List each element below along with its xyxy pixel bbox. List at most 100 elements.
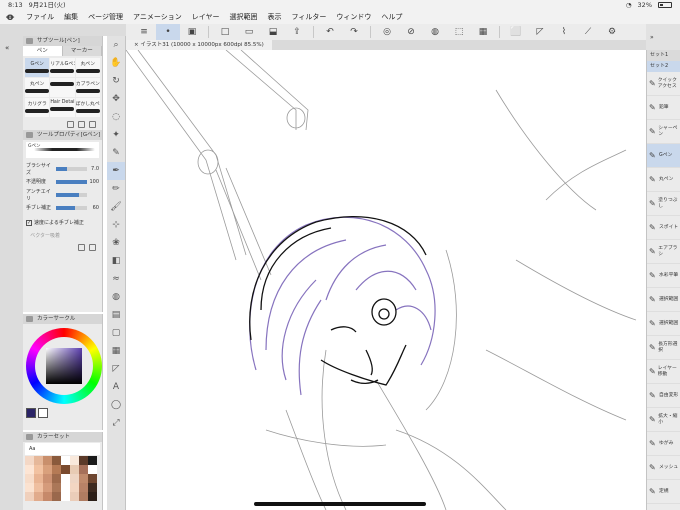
figure-icon[interactable]: ▢ — [107, 324, 125, 342]
brush-icon[interactable]: 🖌 — [107, 198, 125, 216]
menu-item[interactable]: 選択範囲 — [230, 12, 258, 22]
brush-item[interactable] — [50, 78, 75, 97]
magic-wand-icon[interactable]: ✦ — [107, 126, 125, 144]
quick-access-item[interactable]: ✎ 選択範囲 — [647, 288, 680, 312]
color-set-swatch[interactable] — [88, 474, 97, 483]
lasso-icon[interactable]: ◌ — [107, 108, 125, 126]
rotate-icon[interactable]: ↻ — [107, 72, 125, 90]
open-file-icon[interactable]: ▭ — [237, 24, 261, 40]
color-set-swatch[interactable] — [34, 474, 43, 483]
tab-pen[interactable]: ペン — [23, 46, 63, 56]
main-color-swatch[interactable] — [26, 408, 36, 418]
color-set-swatch[interactable] — [61, 492, 70, 501]
color-set-swatch[interactable] — [79, 483, 88, 492]
color-set-swatch[interactable] — [79, 456, 88, 465]
color-set-swatch[interactable] — [52, 474, 61, 483]
color-set-swatch[interactable] — [43, 465, 52, 474]
quick-access-item[interactable]: ✎ 自由変形 — [647, 384, 680, 408]
brush-item[interactable]: Hair Detail — [50, 98, 75, 117]
quick-access-item[interactable]: ✎ 定規 — [647, 480, 680, 504]
new-file-icon[interactable]: □ — [213, 24, 237, 40]
brush-item[interactable]: ぼかし丸ペン — [75, 98, 100, 117]
move-layer-icon[interactable]: ✥ — [107, 90, 125, 108]
color-set-swatch[interactable] — [43, 474, 52, 483]
quick-access-item[interactable]: ✎ ゆがみ — [647, 432, 680, 456]
fill-icon[interactable]: ◍ — [423, 24, 447, 40]
hand-icon[interactable]: ✋ — [107, 54, 125, 72]
color-set-swatch[interactable] — [25, 492, 34, 501]
color-set-swatch[interactable] — [43, 483, 52, 492]
selection-icon[interactable]: ⬜ — [504, 24, 528, 40]
quick-access-item[interactable]: ✎ 長方形選択 — [647, 336, 680, 360]
quick-access-item[interactable]: ✎ スポイト — [647, 216, 680, 240]
property-slider[interactable] — [56, 179, 87, 184]
menu-item[interactable]: フィルター — [292, 12, 327, 22]
color-set-swatch[interactable] — [88, 456, 97, 465]
menu-item[interactable]: 編集 — [64, 12, 78, 22]
property-slider[interactable] — [56, 166, 87, 171]
color-set-swatch[interactable] — [61, 483, 70, 492]
checkbox-checked-icon[interactable]: ✓ — [26, 219, 32, 226]
quick-access-item[interactable]: ✎ シャーペン — [647, 120, 680, 144]
color-set-swatch[interactable] — [43, 456, 52, 465]
color-set-swatch[interactable] — [25, 456, 34, 465]
property-slider[interactable] — [56, 192, 87, 197]
quick-access-item[interactable]: ✎ 塗りつぶし — [647, 192, 680, 216]
pen-snap-icon[interactable]: ⟋ — [576, 24, 600, 40]
move-icon[interactable]: • — [156, 24, 180, 40]
home-indicator[interactable] — [254, 502, 426, 506]
brush-item[interactable]: リアルGペン — [50, 58, 75, 77]
gallery-icon[interactable]: ▣ — [180, 24, 204, 40]
color-set-swatch[interactable] — [52, 456, 61, 465]
menu-item[interactable]: アニメーション — [133, 12, 182, 22]
color-set-swatch[interactable] — [79, 474, 88, 483]
eraser-icon[interactable]: ◧ — [107, 252, 125, 270]
color-set-swatch[interactable] — [88, 492, 97, 501]
pen-icon[interactable]: ✒ — [107, 162, 125, 180]
color-set-swatch[interactable] — [25, 483, 34, 492]
menu-item[interactable]: ファイル — [26, 12, 54, 22]
new-subtool-icon[interactable] — [78, 121, 85, 128]
fill-icon[interactable]: ◍ — [107, 288, 125, 306]
quick-access-item[interactable]: ✎ 選択範囲 — [647, 312, 680, 336]
brush-item[interactable]: 丸ペン — [75, 58, 100, 77]
menu-item[interactable]: 表示 — [268, 12, 282, 22]
color-set-swatch[interactable] — [25, 465, 34, 474]
menu-item[interactable]: レイヤー — [192, 12, 220, 22]
quick-access-item[interactable]: ✎ 鉛筆 — [647, 96, 680, 120]
collapse-panel-icon[interactable]: « — [5, 44, 17, 56]
delete-subtool-icon[interactable] — [89, 121, 96, 128]
quick-access-item[interactable]: ✎ メッシュ — [647, 456, 680, 480]
app-logo-icon[interactable]: ꝋ — [6, 12, 14, 23]
settings-icon[interactable] — [89, 244, 96, 251]
clear-icon[interactable]: ◎ — [375, 24, 399, 40]
settings-icon[interactable]: ⚙ — [600, 24, 624, 40]
quick-access-item[interactable]: ✎ レイヤー移動 — [647, 360, 680, 384]
deselect-icon[interactable]: ⊘ — [399, 24, 423, 40]
color-set-swatch[interactable] — [34, 465, 43, 474]
frame-icon[interactable]: ▦ — [107, 342, 125, 360]
export-icon[interactable]: ⇪ — [285, 24, 309, 40]
transform-icon[interactable]: ⬚ — [447, 24, 471, 40]
brush-item[interactable]: カリグラ — [25, 98, 50, 117]
pen-pressure-icon[interactable]: ⌇ — [552, 24, 576, 40]
color-set-swatch[interactable] — [61, 456, 70, 465]
tab-set2[interactable]: セット2 — [647, 61, 680, 72]
color-set-swatch[interactable] — [70, 483, 79, 492]
redo-icon[interactable]: ↷ — [342, 24, 366, 40]
color-set-swatch[interactable] — [70, 474, 79, 483]
menu-icon[interactable]: ≡ — [132, 24, 156, 40]
color-set-swatch[interactable] — [34, 492, 43, 501]
quick-access-item[interactable]: ✎ Gペン — [647, 144, 680, 168]
property-slider[interactable] — [56, 205, 87, 210]
hue-ring[interactable] — [26, 328, 102, 404]
color-set-swatch[interactable] — [70, 465, 79, 474]
copy-subtool-icon[interactable] — [67, 121, 74, 128]
tab-marker[interactable]: マーカー — [62, 46, 102, 56]
color-set-swatch[interactable] — [79, 492, 88, 501]
panel-menu-icon[interactable] — [26, 132, 33, 138]
tab-set1[interactable]: セット1 — [647, 50, 680, 61]
saturation-value-square[interactable] — [46, 348, 82, 384]
color-set-swatch[interactable] — [61, 474, 70, 483]
color-set-swatch[interactable] — [25, 474, 34, 483]
